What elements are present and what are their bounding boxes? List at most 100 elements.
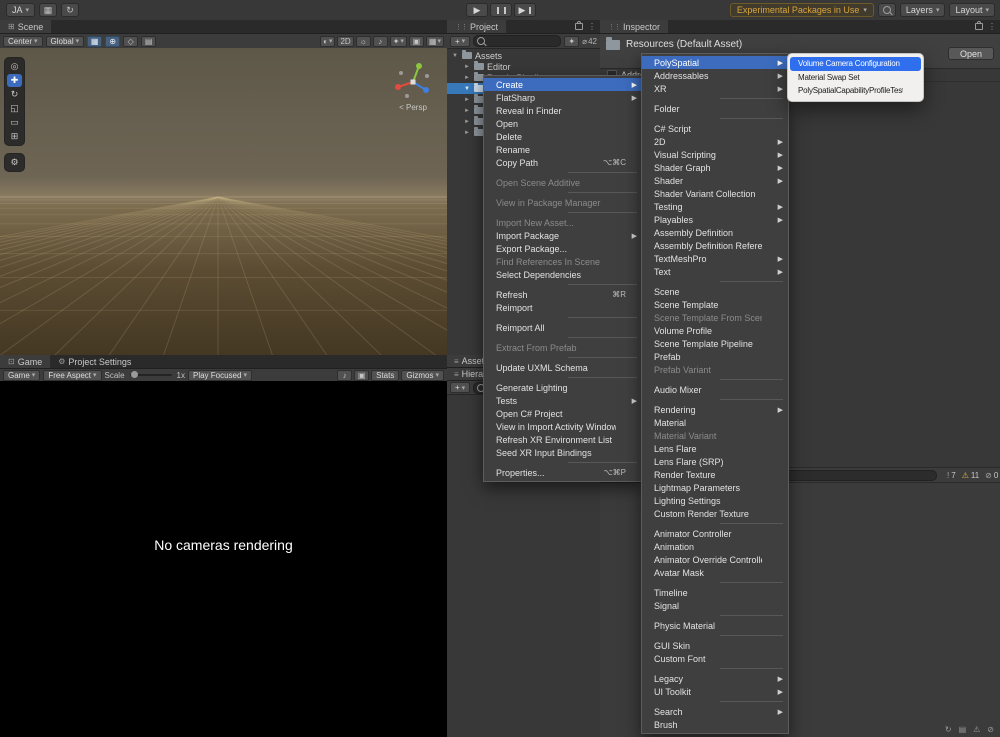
favorites-icon[interactable]: ✦ [564,36,579,47]
transform-tool-icon[interactable]: ⊞ [7,130,22,143]
menu-item[interactable]: PolySpatial ▶ [642,56,788,69]
grid-snap-icon[interactable]: ▦ [87,36,102,47]
open-button[interactable]: Open [948,47,994,60]
menu-item[interactable]: Timeline [642,586,788,599]
menu-item[interactable]: Open [484,117,642,130]
menu-item[interactable]: Folder [642,102,788,115]
tab-project[interactable]: ⋮⋮Project [447,20,506,33]
menu-item[interactable]: Lens Flare (SRP) [642,455,788,468]
project-tree-row[interactable]: ► Editor [447,61,600,72]
experimental-packages-button[interactable]: Experimental Packages in Use▾ [730,3,874,17]
menu-item[interactable]: Visual Scripting ▶ [642,148,788,161]
menu-item[interactable]: Delete [484,130,642,143]
mute-audio-icon[interactable]: ♪ [337,370,352,381]
menu-item[interactable]: UI Toolkit ▶ [642,685,788,698]
status-counter[interactable]: ⚠ 11 [962,471,979,480]
display-dropdown[interactable]: Game▾ [3,370,40,381]
2d-toggle-button[interactable]: 2D [337,36,353,47]
move-tool-icon[interactable]: ✚ [7,74,22,87]
menu-item[interactable]: Lighting Settings [642,494,788,507]
console-warning-icon[interactable]: ⚠ [973,725,980,734]
menu-item[interactable]: Rendering ▶ [642,403,788,416]
status-counter[interactable]: ⊘ 0 [985,471,998,480]
menu-item[interactable]: Volume Profile [642,324,788,337]
menu-item[interactable]: Search ▶ [642,705,788,718]
lighting-toggle-icon[interactable]: ☼ [356,36,371,47]
menu-item[interactable]: View in Import Activity Window [484,420,642,433]
tab-game[interactable]: ⊡Game [0,355,50,368]
menu-item[interactable]: Find References In Scene [484,255,642,268]
menu-kebab-icon[interactable]: ⋮ [988,22,996,31]
menu-item[interactable]: Animation [642,540,788,553]
menu-item[interactable]: Material Swap Set [790,71,921,85]
layout-dropdown[interactable]: Layout▾ [949,3,995,17]
expand-arrow-icon[interactable]: ► [463,64,471,70]
menu-item[interactable]: Assembly Definition [642,226,788,239]
menu-item[interactable]: Rename [484,143,642,156]
tab-inspector[interactable]: ⋮⋮Inspector [600,20,668,33]
menu-item[interactable]: Volume Camera Configuration [790,57,921,71]
menu-item[interactable]: Avatar Mask [642,566,788,579]
camera-settings-icon[interactable]: ▣ [409,36,424,47]
hidden-packages-count[interactable]: ⌀42 [582,37,597,46]
menu-item[interactable]: Open C# Project [484,407,642,420]
menu-item[interactable]: XR ▶ [642,82,788,95]
lock-icon[interactable] [575,23,583,30]
layers-dropdown[interactable]: Layers▾ [900,3,946,17]
pause-button[interactable] [490,3,512,17]
create-asset-button[interactable]: +▾ [450,36,470,47]
menu-item[interactable]: GUI Skin [642,639,788,652]
menu-item[interactable]: Shader ▶ [642,174,788,187]
menu-item[interactable]: Shader Variant Collection [642,187,788,200]
space-dropdown[interactable]: Global▾ [46,36,85,47]
menu-item[interactable]: Export Package... [484,242,642,255]
menu-item[interactable]: Import Package ▶ [484,229,642,242]
menu-item[interactable]: Text ▶ [642,265,788,278]
menu-item[interactable]: Import New Asset... [484,216,642,229]
expand-arrow-icon[interactable]: ▼ [463,86,471,92]
menu-item[interactable]: Open Scene Additive [484,176,642,189]
menu-item[interactable]: Lightmap Parameters [642,481,788,494]
lock-icon[interactable] [975,23,983,30]
status-counter[interactable]: ! 7 [947,471,956,480]
menu-item[interactable]: Material [642,416,788,429]
menu-item[interactable]: Shader Graph ▶ [642,161,788,174]
console-error-icon[interactable]: ⊘ [987,725,994,734]
menu-item[interactable]: Refresh XR Environment List [484,433,642,446]
effects-dropdown[interactable]: ✦▾ [390,36,407,47]
menu-item[interactable]: Select Dependencies [484,268,642,281]
shading-mode-dropdown[interactable]: ◐▾ [320,36,335,47]
step-button[interactable]: ▶ [514,3,536,17]
menu-item[interactable]: Prefab Variant [642,363,788,376]
menu-item[interactable]: Reimport All [484,321,642,334]
menu-item[interactable]: Testing ▶ [642,200,788,213]
account-button[interactable]: JA▾ [6,3,35,17]
pivot-dropdown[interactable]: Center▾ [3,36,43,47]
aspect-dropdown[interactable]: Free Aspect▾ [43,370,101,381]
menu-item[interactable]: FlatSharp ▶ [484,91,642,104]
menu-item[interactable]: Refresh ⌘R [484,288,642,301]
menu-item[interactable]: Extract From Prefab [484,341,642,354]
rect-tool-icon[interactable]: ▭ [7,116,22,129]
expand-arrow-icon[interactable]: ► [463,97,471,103]
tab-scene[interactable]: ⊞Scene [0,20,51,33]
scale-slider[interactable] [130,374,172,376]
menu-item[interactable]: TextMeshPro ▶ [642,252,788,265]
menu-item[interactable]: Signal [642,599,788,612]
menu-item[interactable]: Tests ▶ [484,394,642,407]
scale-tool-icon[interactable]: ◱ [7,102,22,115]
history-icon[interactable]: ↻ [61,3,79,17]
tab-project-settings[interactable]: ⚙Project Settings [50,355,139,368]
menu-item[interactable]: Custom Font [642,652,788,665]
menu-item[interactable]: Scene Template Pipeline [642,337,788,350]
scene-viewport[interactable]: ◎ ✚ ↻ ◱ ▭ ⊞ ⚙ [0,48,447,355]
assetbundle-field[interactable] [785,470,937,481]
increment-snap-icon[interactable]: ⊕ [105,36,120,47]
search-icon[interactable] [878,3,896,17]
menu-item[interactable]: Copy Path ⌥⌘C [484,156,642,169]
orientation-gizmo[interactable] [393,60,433,100]
game-viewport[interactable]: No cameras rendering [0,381,447,737]
menu-item[interactable]: Lens Flare [642,442,788,455]
expand-arrow-icon[interactable]: ▼ [451,53,459,59]
menu-item[interactable]: Reimport [484,301,642,314]
